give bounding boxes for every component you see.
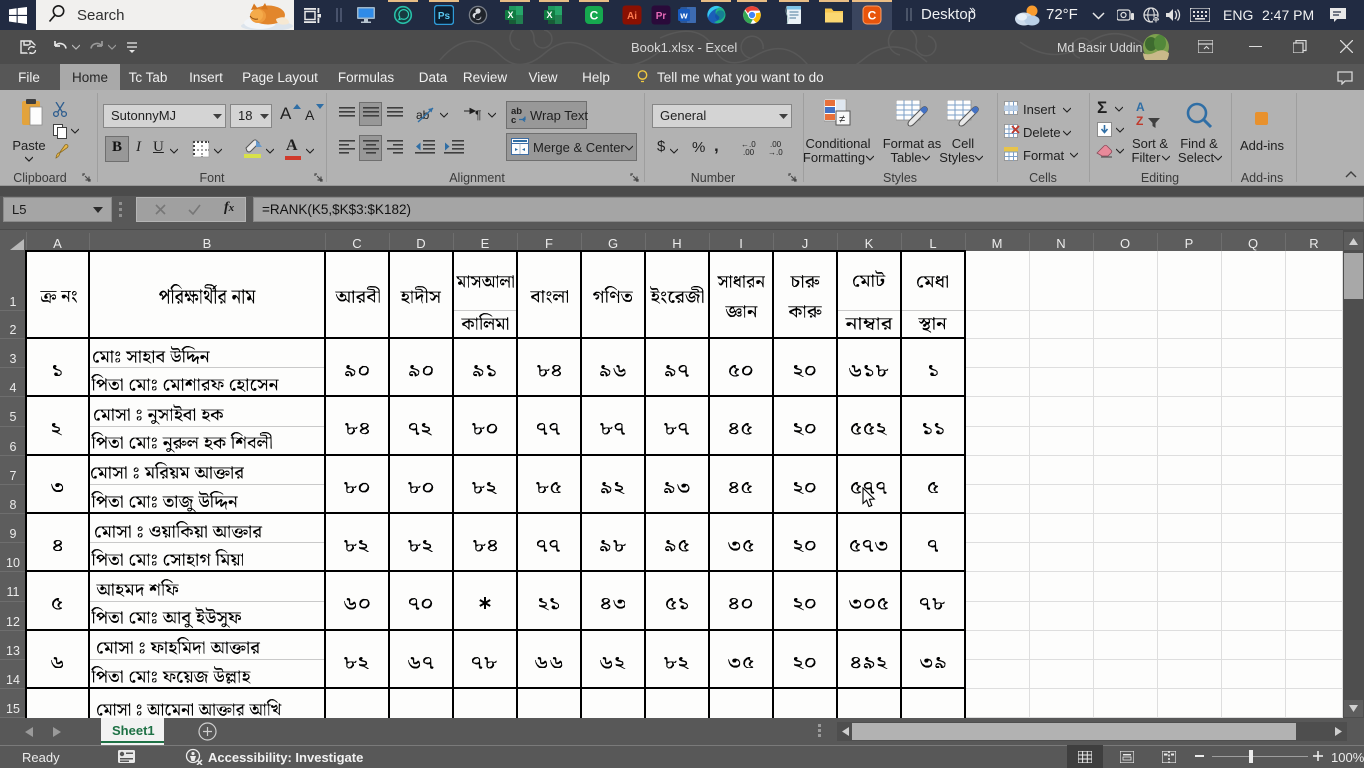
svg-text:¶: ¶ <box>475 108 481 121</box>
svg-text:Ps: Ps <box>438 11 451 22</box>
svg-text:w: w <box>679 11 688 22</box>
svg-text:C: C <box>590 9 599 23</box>
svg-text:c: c <box>511 115 516 123</box>
svg-text:.00: .00 <box>743 148 755 156</box>
svg-text:Z: Z <box>1136 114 1143 128</box>
svg-text:A: A <box>1136 100 1145 114</box>
svg-text:X: X <box>546 10 552 20</box>
svg-text:→.0: →.0 <box>768 148 783 156</box>
svg-text:Pr: Pr <box>656 11 667 22</box>
svg-text:≠: ≠ <box>839 114 845 126</box>
svg-text:ab: ab <box>416 108 430 122</box>
svg-text:Ai: Ai <box>627 11 637 22</box>
svg-text:C: C <box>868 9 877 23</box>
svg-text:X: X <box>507 10 513 20</box>
